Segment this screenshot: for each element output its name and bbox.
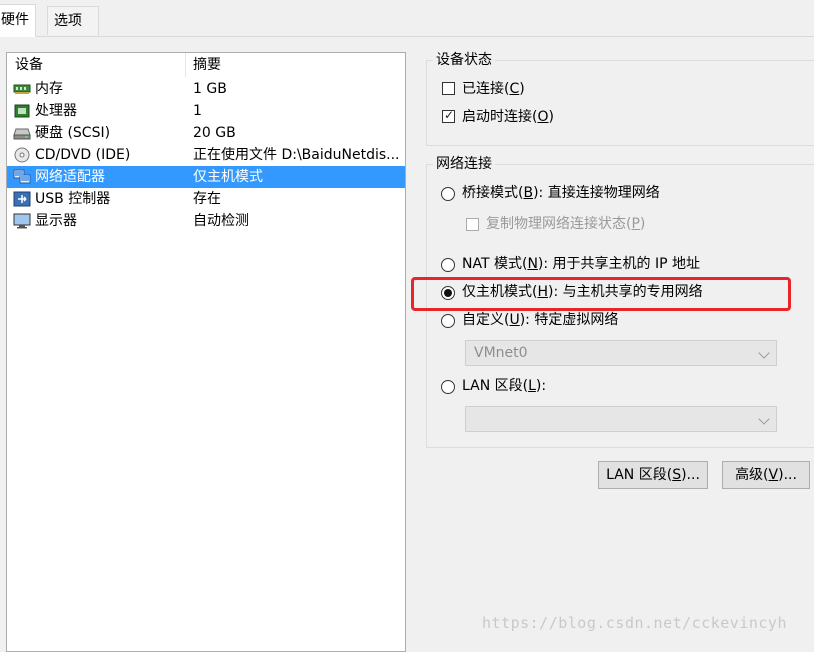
device-row-monitor[interactable]: 显示器 自动检测 [7,210,405,232]
device-status-group: 设备状态 [426,51,814,146]
replicate-state-checkbox[interactable] [466,218,479,231]
watermark-text: https://blog.csdn.net/cckevincyh [482,614,787,632]
column-separator[interactable] [185,53,186,77]
tab-options[interactable]: 选项 [47,6,99,35]
device-name: 硬盘 (SCSI) [35,125,111,141]
device-row-memory[interactable]: 内存 1 GB [7,78,405,100]
device-row-network-adapter[interactable]: 网络适配器 仅主机模式 [7,166,405,188]
device-name: USB 控制器 [35,191,111,207]
lan-segment-label[interactable]: LAN 区段(L): [462,376,546,396]
cd-dvd-icon [13,147,31,163]
connect-at-poweron-checkbox[interactable]: ✓ [442,108,455,123]
device-row-cddvd[interactable]: CD/DVD (IDE) 正在使用文件 D:\BaiduNetdis... [7,144,405,166]
highlight-annotation-box [411,277,791,311]
nat-radio[interactable] [441,258,455,272]
network-adapter-icon [13,169,31,185]
device-summary: 存在 [193,191,221,207]
checkmark-icon: ✓ [444,108,455,122]
cpu-icon [13,103,31,119]
connect-at-poweron-label[interactable]: 启动时连接(O) [462,107,554,127]
nat-label[interactable]: NAT 模式(N): 用于共享主机的 IP 地址 [462,254,700,274]
tab-hardware-label: 硬件 [1,12,29,28]
device-name: 内存 [35,81,63,97]
device-summary: 1 [193,103,202,119]
device-row-cpu[interactable]: 处理器 1 [7,100,405,122]
tab-hardware[interactable]: 硬件 [0,4,36,37]
device-status-title: 设备状态 [433,51,495,69]
custom-network-value: VMnet0 [474,345,528,361]
lan-segment-radio[interactable] [441,380,455,394]
chevron-down-icon [758,413,770,425]
device-summary: 仅主机模式 [193,169,263,185]
custom-network-select[interactable]: VMnet0 [465,340,777,366]
tab-strip: 选项 硬件 [0,0,814,37]
lan-segments-button[interactable]: LAN 区段(S)... [598,461,708,489]
connected-checkbox[interactable] [442,82,455,95]
device-list-header: 设备 摘要 [7,53,405,77]
advanced-button[interactable]: 高级(V)... [722,461,810,489]
bridged-radio[interactable] [441,187,455,201]
custom-label[interactable]: 自定义(U): 特定虚拟网络 [462,310,618,330]
device-name: CD/DVD (IDE) [35,147,131,163]
lan-segment-select[interactable] [465,406,777,432]
device-row-harddisk[interactable]: 硬盘 (SCSI) 20 GB [7,122,405,144]
connected-label[interactable]: 已连接(C) [462,79,525,99]
chevron-down-icon [758,347,770,359]
device-name: 处理器 [35,103,77,119]
custom-radio[interactable] [441,314,455,328]
device-name: 显示器 [35,213,77,229]
device-summary: 20 GB [193,125,236,141]
column-device[interactable]: 设备 [15,56,43,74]
device-summary: 正在使用文件 D:\BaiduNetdis... [193,147,400,163]
device-list[interactable]: 设备 摘要 内存 1 GB 处理器 1 硬盘 (SCSI) 20 GB CD/D… [6,52,406,652]
harddisk-icon [13,125,31,141]
bridged-label[interactable]: 桥接模式(B): 直接连接物理网络 [462,183,660,203]
memory-icon [13,81,31,97]
device-summary: 自动检测 [193,213,249,229]
usb-icon [13,191,31,207]
column-summary[interactable]: 摘要 [193,56,221,74]
device-row-usb[interactable]: USB 控制器 存在 [7,188,405,210]
device-name: 网络适配器 [35,169,105,185]
tab-options-label: 选项 [54,13,82,29]
replicate-state-label[interactable]: 复制物理网络连接状态(P) [486,214,645,234]
network-connection-title: 网络连接 [433,155,495,173]
monitor-icon [13,213,31,229]
device-summary: 1 GB [193,81,227,97]
